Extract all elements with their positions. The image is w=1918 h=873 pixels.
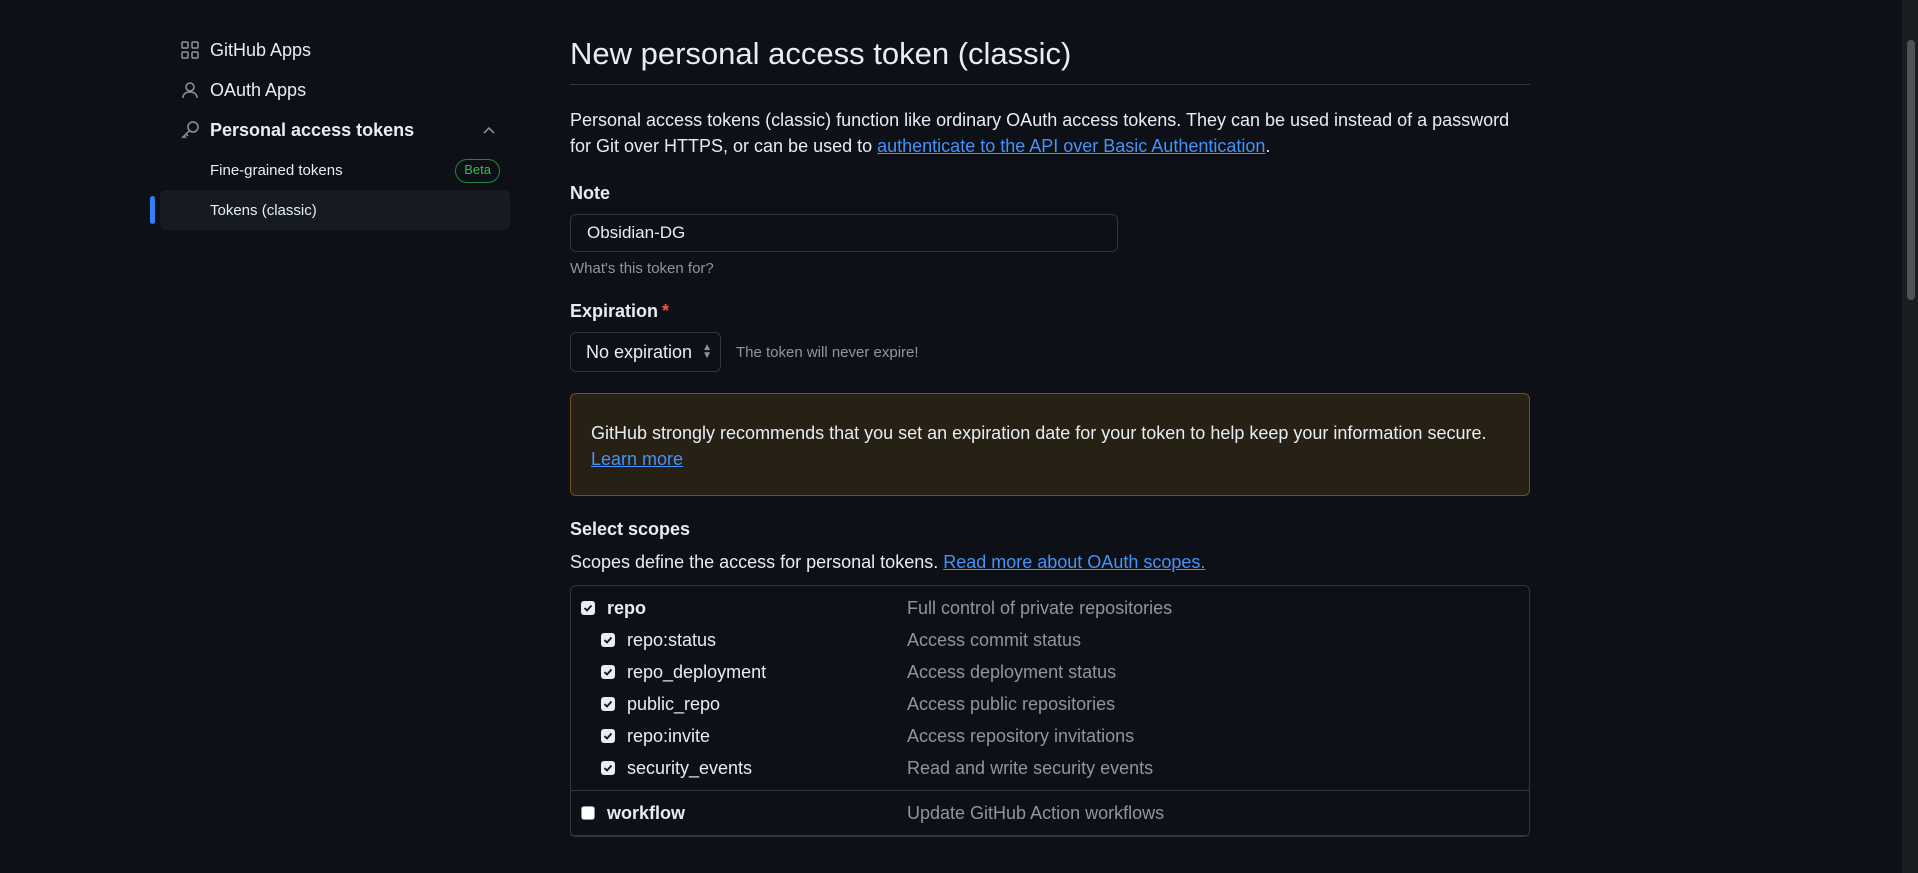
scope-description: Full control of private repositories [907, 597, 1173, 618]
key-icon [180, 120, 200, 140]
page-title: New personal access token (classic) [570, 36, 1530, 85]
expiration-selected-value: No expiration [586, 341, 693, 362]
sidebar-item-github-apps[interactable]: GitHub Apps [160, 30, 510, 70]
basic-auth-link[interactable]: authenticate to the API over Basic Authe… [877, 136, 1265, 156]
scope-description: Update GitHub Action workflows [907, 802, 1165, 823]
scope-checkbox[interactable] [601, 633, 615, 647]
scope-description: Access deployment status [907, 661, 1117, 682]
expiration-select[interactable]: No expiration ▲ ▼ [570, 332, 721, 372]
expiration-label: Expiration * [570, 301, 1530, 322]
scope-checkbox[interactable] [601, 729, 615, 743]
scope-row: public_repo Access public repositories [571, 688, 1529, 720]
page-scrollbar[interactable] [1902, 0, 1918, 873]
scope-description: Access repository invitations [907, 725, 1135, 746]
scope-description: Access public repositories [907, 693, 1116, 714]
scope-row: repo Full control of private repositories [571, 592, 1529, 624]
scope-checkbox[interactable] [601, 665, 615, 679]
intro-end: . [1265, 136, 1271, 156]
scope-row: repo:status Access commit status [571, 624, 1529, 656]
scope-checkbox[interactable] [601, 761, 615, 775]
sidebar-item-fine-grained-tokens[interactable]: Fine-grained tokens Beta [160, 150, 510, 190]
expiration-row: No expiration ▲ ▼ The token will never ex… [570, 332, 1530, 372]
scope-name: repo:invite [627, 725, 711, 746]
note-input[interactable] [570, 214, 1118, 252]
learn-more-link[interactable]: Learn more [591, 449, 683, 469]
scope-row: repo:invite Access repository invitations [571, 720, 1529, 752]
chevron-up-icon[interactable] [482, 122, 496, 143]
intro-paragraph: Personal access tokens (classic) functio… [570, 107, 1530, 159]
warning-text: GitHub strongly recommends that you set … [591, 423, 1487, 443]
scope-row: workflow Update GitHub Action workflows [571, 797, 1529, 829]
sidebar-item-oauth-apps[interactable]: OAuth Apps [160, 70, 510, 110]
active-indicator [150, 196, 155, 224]
sidebar-item-personal-access-tokens[interactable]: Personal access tokens [160, 110, 510, 150]
scope-checkbox[interactable] [601, 697, 615, 711]
apps-grid-icon [180, 40, 200, 60]
scope-name: security_events [627, 757, 753, 778]
main-content: New personal access token (classic) Pers… [570, 0, 1530, 837]
sidebar-item-label: GitHub Apps [210, 39, 312, 60]
sidebar-item-label: Personal access tokens [210, 119, 415, 140]
scope-group: workflow Update GitHub Action workflows [571, 791, 1529, 836]
note-label: Note [570, 183, 610, 203]
sidebar-item-label: Fine-grained tokens [210, 161, 343, 179]
scopes-description: Scopes define the access for personal to… [570, 552, 1530, 573]
expiration-warning: GitHub strongly recommends that you set … [570, 393, 1530, 496]
sidebar-item-tokens-classic[interactable]: Tokens (classic) [150, 190, 510, 230]
scope-row: repo_deployment Access deployment status [571, 656, 1529, 688]
expiration-label-text: Expiration [570, 301, 659, 321]
scope-name: repo_deployment [627, 661, 767, 682]
sidebar-item-label: Tokens (classic) [210, 201, 317, 219]
scope-description: Access commit status [907, 629, 1082, 650]
scopes-list: repo Full control of private repositories… [570, 585, 1530, 837]
select-arrows-icon: ▲ ▼ [702, 342, 712, 361]
oauth-scopes-link[interactable]: Read more about OAuth scopes. [943, 552, 1205, 572]
beta-badge: Beta [455, 159, 500, 183]
scope-description: Read and write security events [907, 757, 1154, 778]
note-hint: What's this token for? [570, 260, 714, 277]
scope-name: repo [607, 597, 647, 618]
scopes-description-text: Scopes define the access for personal to… [570, 552, 944, 572]
scope-checkbox[interactable] [581, 806, 595, 820]
person-icon [180, 80, 200, 100]
scope-name: repo:status [627, 629, 717, 650]
sidebar-item-label: OAuth Apps [210, 79, 307, 100]
scopes-title: Select scopes [570, 519, 691, 539]
scope-row: security_events Read and write security e… [571, 752, 1529, 784]
required-mark: * [662, 301, 670, 321]
scope-group: repo Full control of private repositories… [571, 586, 1529, 791]
scope-checkbox[interactable] [581, 601, 595, 615]
settings-sidebar: GitHub Apps OAuth Apps Personal access t… [150, 30, 510, 230]
scope-name: workflow [607, 802, 686, 823]
scrollbar-thumb[interactable] [1907, 40, 1915, 300]
scope-name: public_repo [627, 693, 721, 714]
expiration-hint: The token will never expire! [735, 343, 919, 361]
